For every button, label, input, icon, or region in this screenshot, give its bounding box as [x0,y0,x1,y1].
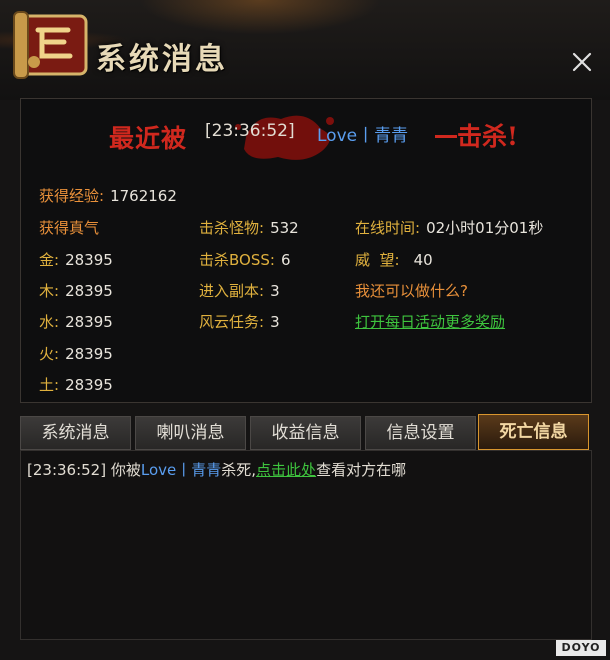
scroll-logo-icon [13,11,88,79]
stat-quest: 风云任务: 3 [199,311,280,332]
log-text-killed: 杀死, [221,461,257,479]
daily-activity-link[interactable]: 打开每日活动更多奖励 [355,311,505,332]
stat-monsters-label: 击杀怪物: [199,219,265,237]
kill-banner: 最近被 [23:36:52] Love丨青青 击杀! [21,99,591,163]
tab-info-settings[interactable]: 信息设置 [365,416,476,450]
stat-quest-label: 风云任务: [199,313,265,331]
tab-death-info[interactable]: 死亡信息 [478,414,589,450]
daily-activity-link-text[interactable]: 打开每日活动更多奖励 [355,313,505,331]
killer-name[interactable]: Love丨青青 [317,121,408,146]
watermark-logo: DOYO [556,640,606,656]
log-entry: [23:36:52] 你被Love丨青青杀死,点击此处查看对方在哪 [27,459,406,480]
message-log[interactable]: [23:36:52] 你被Love丨青青杀死,点击此处查看对方在哪 [20,450,592,640]
stat-earth: 土: 28395 [39,374,113,395]
stat-water: 水: 28395 [39,311,113,332]
log-click-here-link[interactable]: 点击此处 [256,461,316,479]
tab-horn-messages[interactable]: 喇叭消息 [135,416,246,450]
title-bar[interactable]: 系统消息 [0,0,610,95]
stat-wood: 木: 28395 [39,280,113,301]
stat-monsters-value: 532 [270,219,299,237]
what-else-text: 我还可以做什么? [355,282,468,300]
window-title: 系统消息 [96,42,228,77]
log-time: [23:36:52] [27,461,107,479]
stat-boss-label: 击杀BOSS: [199,251,275,269]
log-killer-name[interactable]: Love丨青青 [141,461,221,479]
stat-exp-value: 1762162 [110,187,177,205]
stat-dungeon: 进入副本: 3 [199,280,280,301]
stat-exp: 获得经验: 1762162 [39,185,177,206]
stat-dungeon-label: 进入副本: [199,282,265,300]
stat-fire-label: 火: [39,345,60,363]
stat-dungeon-value: 3 [270,282,280,300]
dash-decoration [435,135,457,138]
stat-qi: 获得真气 [39,217,99,238]
stat-water-label: 水: [39,313,60,331]
stat-earth-value: 28395 [65,376,113,394]
what-else-prompt: 我还可以做什么? [355,280,468,301]
close-button[interactable] [568,48,596,76]
tab-bar: 系统消息 喇叭消息 收益信息 信息设置 死亡信息 [20,414,592,450]
system-message-window: 系统消息 最近被 [23:36:52] Love丨青青 击杀! 获得经验: 176… [0,0,610,660]
log-text-prefix: 你被 [110,461,141,479]
stat-gold: 金: 28395 [39,249,113,270]
stat-prestige: 威 望: 40 [355,249,433,270]
stat-wood-value: 28395 [65,282,113,300]
stat-earth-label: 土: [39,376,60,394]
stat-monsters: 击杀怪物: 532 [199,217,299,238]
stat-prestige-value: 40 [413,251,433,269]
stat-boss-value: 6 [280,251,291,269]
stat-qi-label: 获得真气 [39,219,100,237]
stat-quest-value: 3 [270,313,280,331]
stat-fire-value: 28395 [65,345,113,363]
killed-text: 击杀! [457,122,518,151]
stat-online-time: 在线时间: 02小时01分01秒 [355,217,543,238]
tab-system-messages[interactable]: 系统消息 [20,416,131,450]
death-summary-panel: 最近被 [23:36:52] Love丨青青 击杀! 获得经验: 1762162 … [20,98,592,403]
stat-gold-label: 金: [39,251,60,269]
recent-killed-text: 最近被 [109,124,188,153]
stat-water-value: 28395 [65,313,113,331]
stat-wood-label: 木: [39,282,60,300]
stat-prestige-label: 威 望: [355,251,400,269]
log-text-suffix: 查看对方在哪 [316,461,407,479]
stat-fire: 火: 28395 [39,343,113,364]
stat-online-label: 在线时间: [355,219,421,237]
stat-gold-value: 28395 [65,251,113,269]
kill-time: [23:36:52] [205,121,295,141]
stat-exp-label: 获得经验: [39,187,105,205]
tab-income-info[interactable]: 收益信息 [250,416,361,450]
stat-online-value: 02小时01分01秒 [426,219,544,237]
close-icon [572,52,592,72]
stat-boss: 击杀BOSS: 6 [199,249,290,270]
